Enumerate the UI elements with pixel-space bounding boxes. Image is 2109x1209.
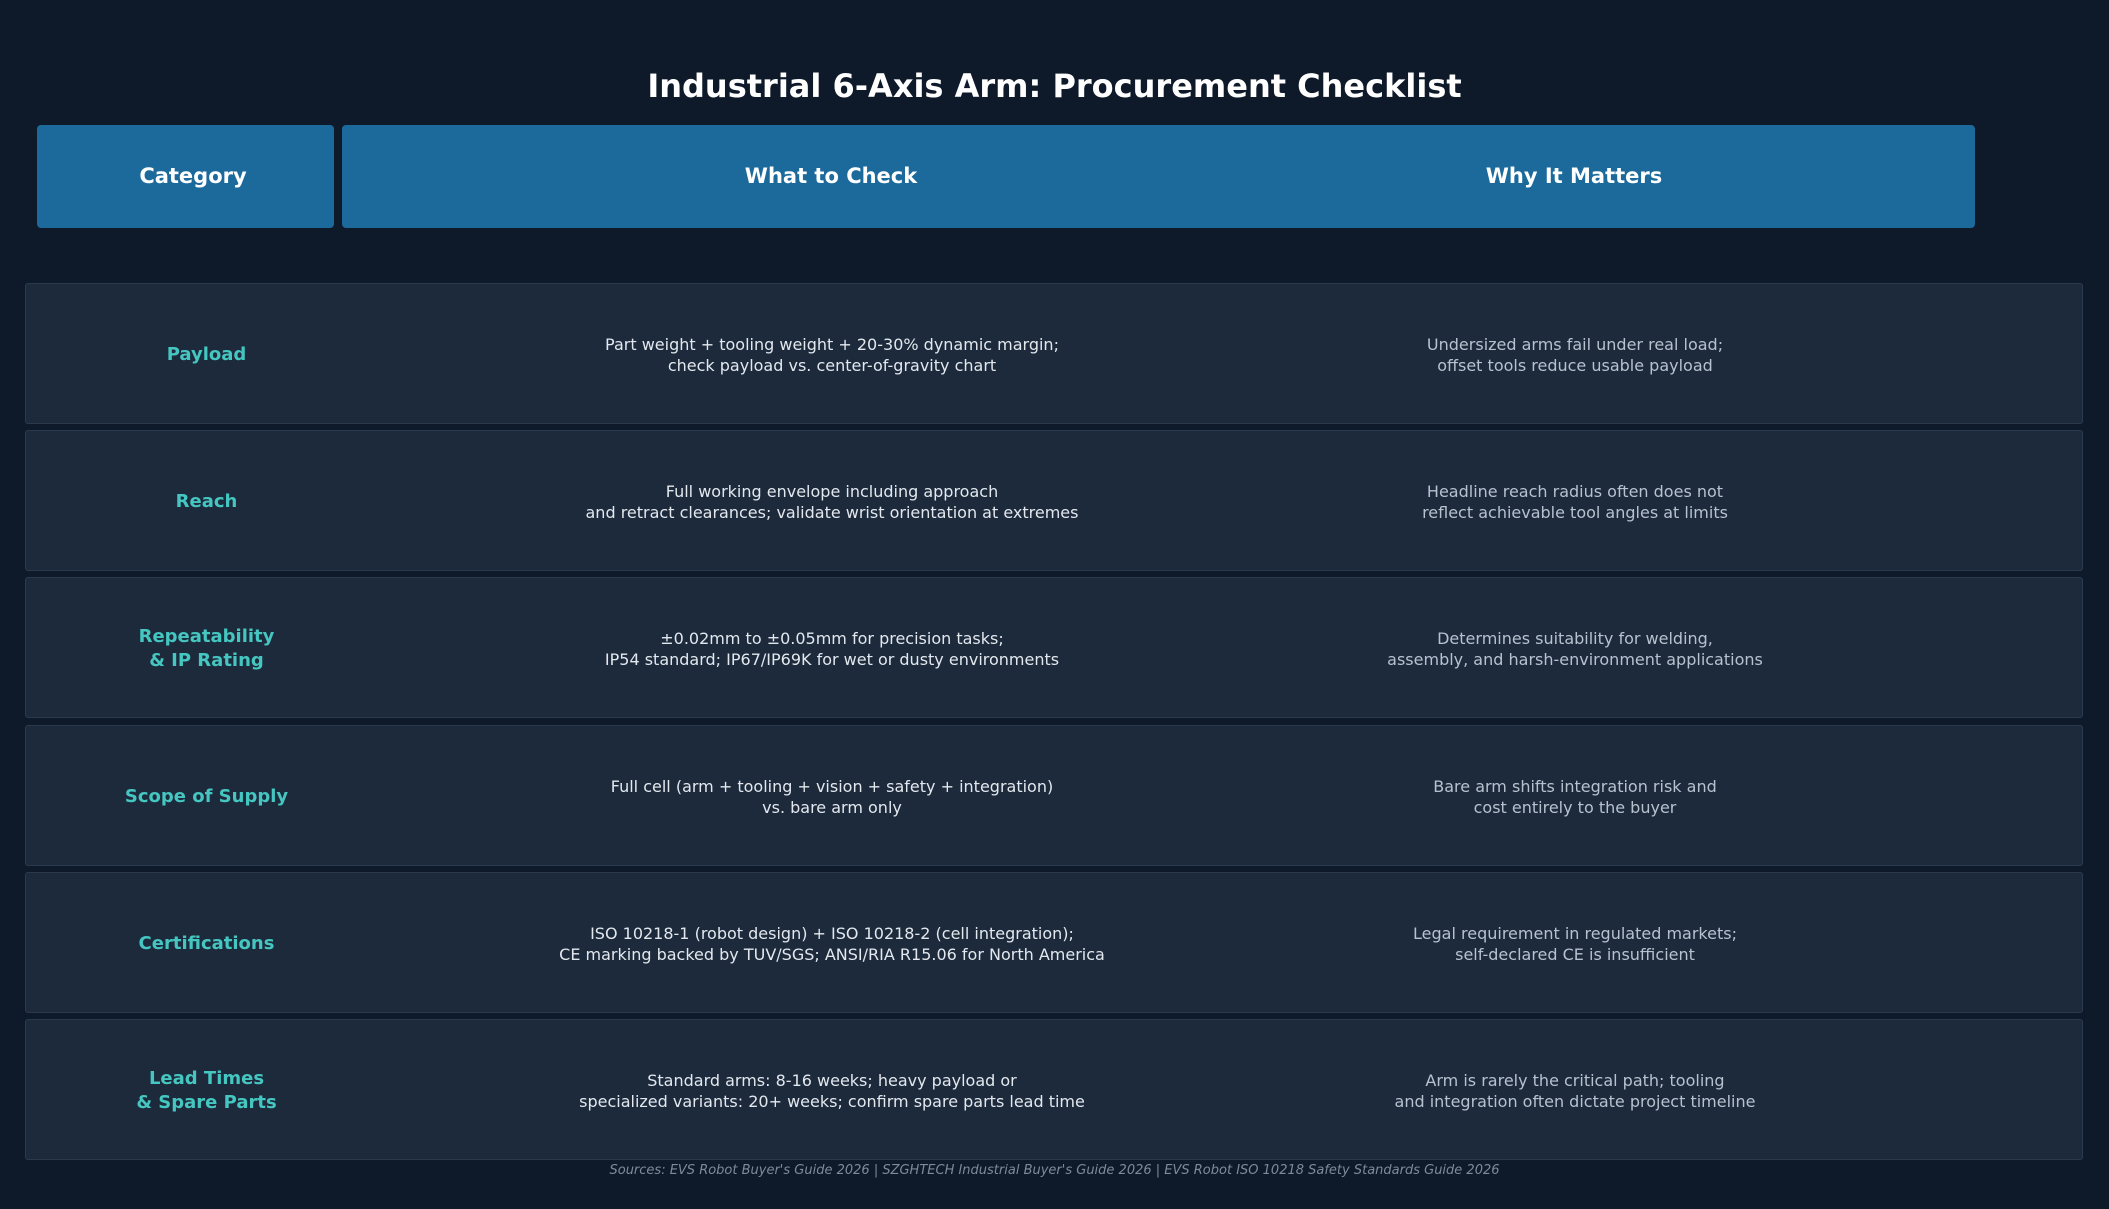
row-what-to-check: ISO 10218-1 (robot design) + ISO 10218-2… [559, 923, 1105, 964]
header-what-to-check: What to Check [744, 164, 918, 188]
row-category: Lead Times & Spare Parts [136, 1067, 277, 1113]
row-category: Certifications [138, 932, 275, 954]
row-what-to-check: Full working envelope including approach… [585, 481, 1079, 522]
header-why-it-matters: Why It Matters [1485, 164, 1663, 188]
header-category: Category [139, 164, 247, 188]
table-row: Lead Times & Spare Parts Standard arms: … [25, 1019, 2083, 1160]
page-title: Industrial 6-Axis Arm: Procurement Check… [647, 67, 1462, 105]
table-row: Reach Full working envelope including ap… [25, 430, 2083, 571]
row-what-to-check: Part weight + tooling weight + 20-30% dy… [605, 334, 1059, 375]
table-row: Repeatability & IP Rating ±0.02mm to ±0.… [25, 577, 2083, 718]
row-why-it-matters: Headline reach radius often does not ref… [1422, 481, 1728, 522]
sources-footnote: Sources: EVS Robot Buyer's Guide 2026 | … [609, 1163, 1500, 1178]
table-row: Payload Part weight + tooling weight + 2… [25, 283, 2083, 424]
row-why-it-matters: Undersized arms fail under real load; of… [1426, 334, 1724, 375]
table-row: Scope of Supply Full cell (arm + tooling… [25, 725, 2083, 866]
row-what-to-check: Full cell (arm + tooling + vision + safe… [610, 776, 1054, 817]
row-why-it-matters: Bare arm shifts integration risk and cos… [1433, 776, 1717, 817]
table-row: Certifications ISO 10218-1 (robot design… [25, 872, 2083, 1013]
checklist-page: Industrial 6-Axis Arm: Procurement Check… [0, 0, 2109, 1209]
row-category: Scope of Supply [124, 785, 289, 807]
row-category: Reach [175, 490, 238, 512]
row-category: Repeatability & IP Rating [138, 625, 275, 671]
row-what-to-check: ±0.02mm to ±0.05mm for precision tasks; … [604, 628, 1060, 669]
row-what-to-check: Standard arms: 8-16 weeks; heavy payload… [579, 1070, 1085, 1111]
row-why-it-matters: Arm is rarely the critical path; tooling… [1394, 1070, 1756, 1111]
row-why-it-matters: Legal requirement in regulated markets; … [1413, 923, 1737, 964]
row-category: Payload [166, 343, 247, 365]
row-why-it-matters: Determines suitability for welding, asse… [1387, 628, 1763, 669]
